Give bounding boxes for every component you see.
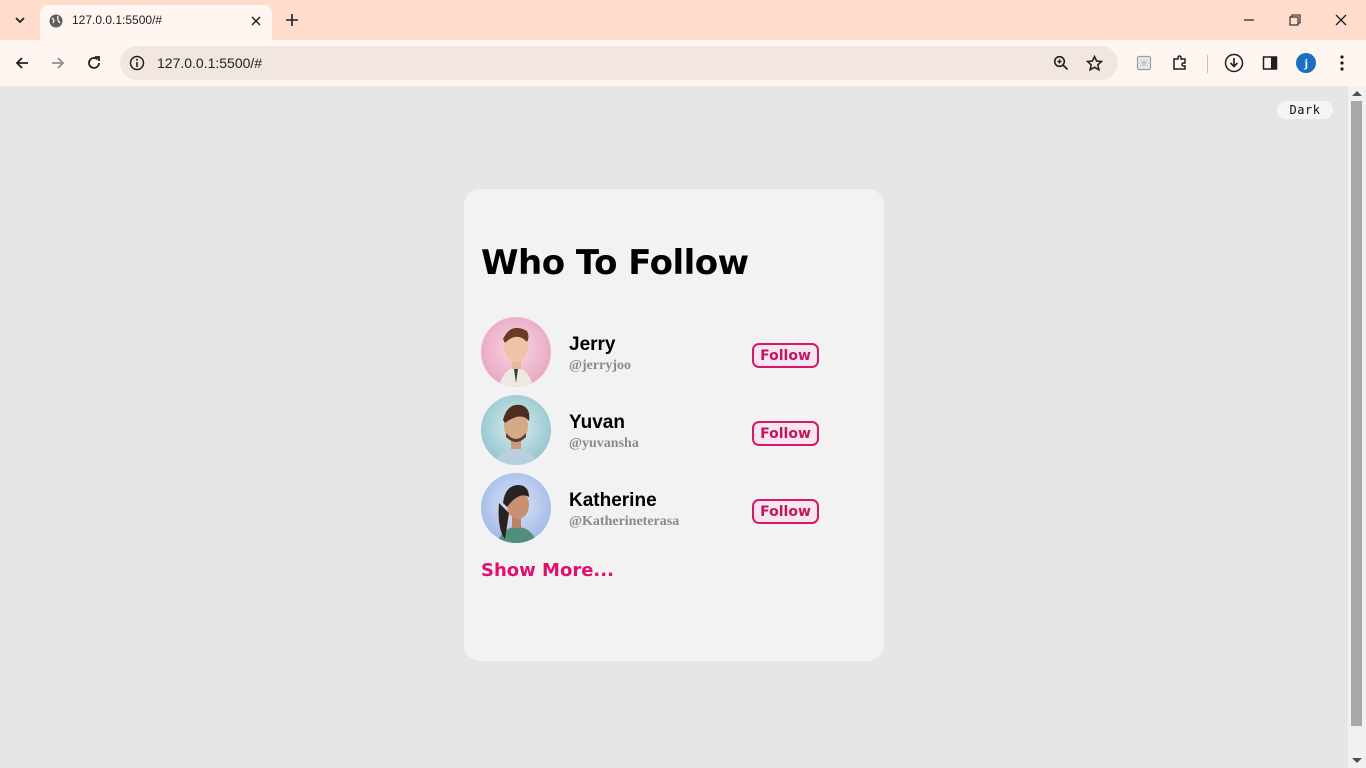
scroll-up-icon[interactable] [1352, 91, 1362, 96]
tab-strip: 127.0.0.1:5500/# [0, 0, 1366, 40]
url-text: 127.0.0.1:5500/# [157, 55, 263, 71]
scroll-thumb[interactable] [1351, 101, 1362, 726]
forward-arrow-icon[interactable] [46, 51, 70, 75]
site-info-icon[interactable] [128, 54, 146, 72]
who-to-follow-card: Who To Follow Jerry @jerryjoo Follow Yuv… [464, 189, 884, 661]
back-arrow-icon[interactable] [10, 51, 34, 75]
follow-button[interactable]: Follow [752, 343, 819, 368]
restore-icon[interactable] [1283, 9, 1307, 31]
side-panel-icon[interactable] [1259, 52, 1281, 74]
zoom-icon[interactable] [1051, 53, 1071, 73]
browser-toolbar: 127.0.0.1:5500/# j [0, 40, 1366, 86]
extension-puzzle-grid-icon[interactable] [1133, 52, 1155, 74]
minimize-icon[interactable] [1237, 9, 1261, 31]
user-row: Yuvan @yuvansha Follow [481, 395, 867, 465]
show-more-link[interactable]: Show More... [481, 560, 614, 581]
user-handle: @yuvansha [569, 436, 639, 451]
page-scrollbar[interactable] [1348, 86, 1366, 768]
bookmark-star-icon[interactable] [1084, 53, 1104, 73]
close-window-icon[interactable] [1329, 9, 1353, 31]
scroll-down-icon[interactable] [1352, 758, 1362, 763]
avatar[interactable] [481, 317, 551, 387]
profile-avatar-icon[interactable]: j [1296, 53, 1316, 73]
user-row: Katherine @Katherineterasa Follow [481, 473, 867, 543]
new-tab-button[interactable] [282, 10, 302, 30]
reload-icon[interactable] [82, 51, 106, 75]
user-handle: @jerryjoo [569, 358, 631, 373]
globe-icon [49, 14, 63, 28]
user-name: Yuvan [569, 412, 625, 433]
more-menu-icon[interactable] [1331, 52, 1353, 74]
follow-button[interactable]: Follow [752, 499, 819, 524]
active-tab[interactable]: 127.0.0.1:5500/# [40, 5, 272, 40]
user-row: Jerry @jerryjoo Follow [481, 317, 867, 387]
follow-button[interactable]: Follow [752, 421, 819, 446]
user-name: Katherine [569, 490, 657, 511]
card-title: Who To Follow [481, 243, 749, 283]
tab-title: 127.0.0.1:5500/# [72, 13, 163, 27]
extensions-icon[interactable] [1169, 52, 1191, 74]
tab-search-icon[interactable] [8, 8, 32, 32]
dark-mode-toggle[interactable]: Dark [1277, 101, 1333, 119]
avatar[interactable] [481, 473, 551, 543]
toolbar-divider [1207, 55, 1208, 73]
close-tab-icon[interactable] [247, 12, 265, 30]
user-handle: @Katherineterasa [569, 514, 680, 529]
user-name: Jerry [569, 334, 616, 355]
address-bar[interactable]: 127.0.0.1:5500/# [120, 46, 1118, 80]
avatar[interactable] [481, 395, 551, 465]
download-icon[interactable] [1223, 52, 1245, 74]
